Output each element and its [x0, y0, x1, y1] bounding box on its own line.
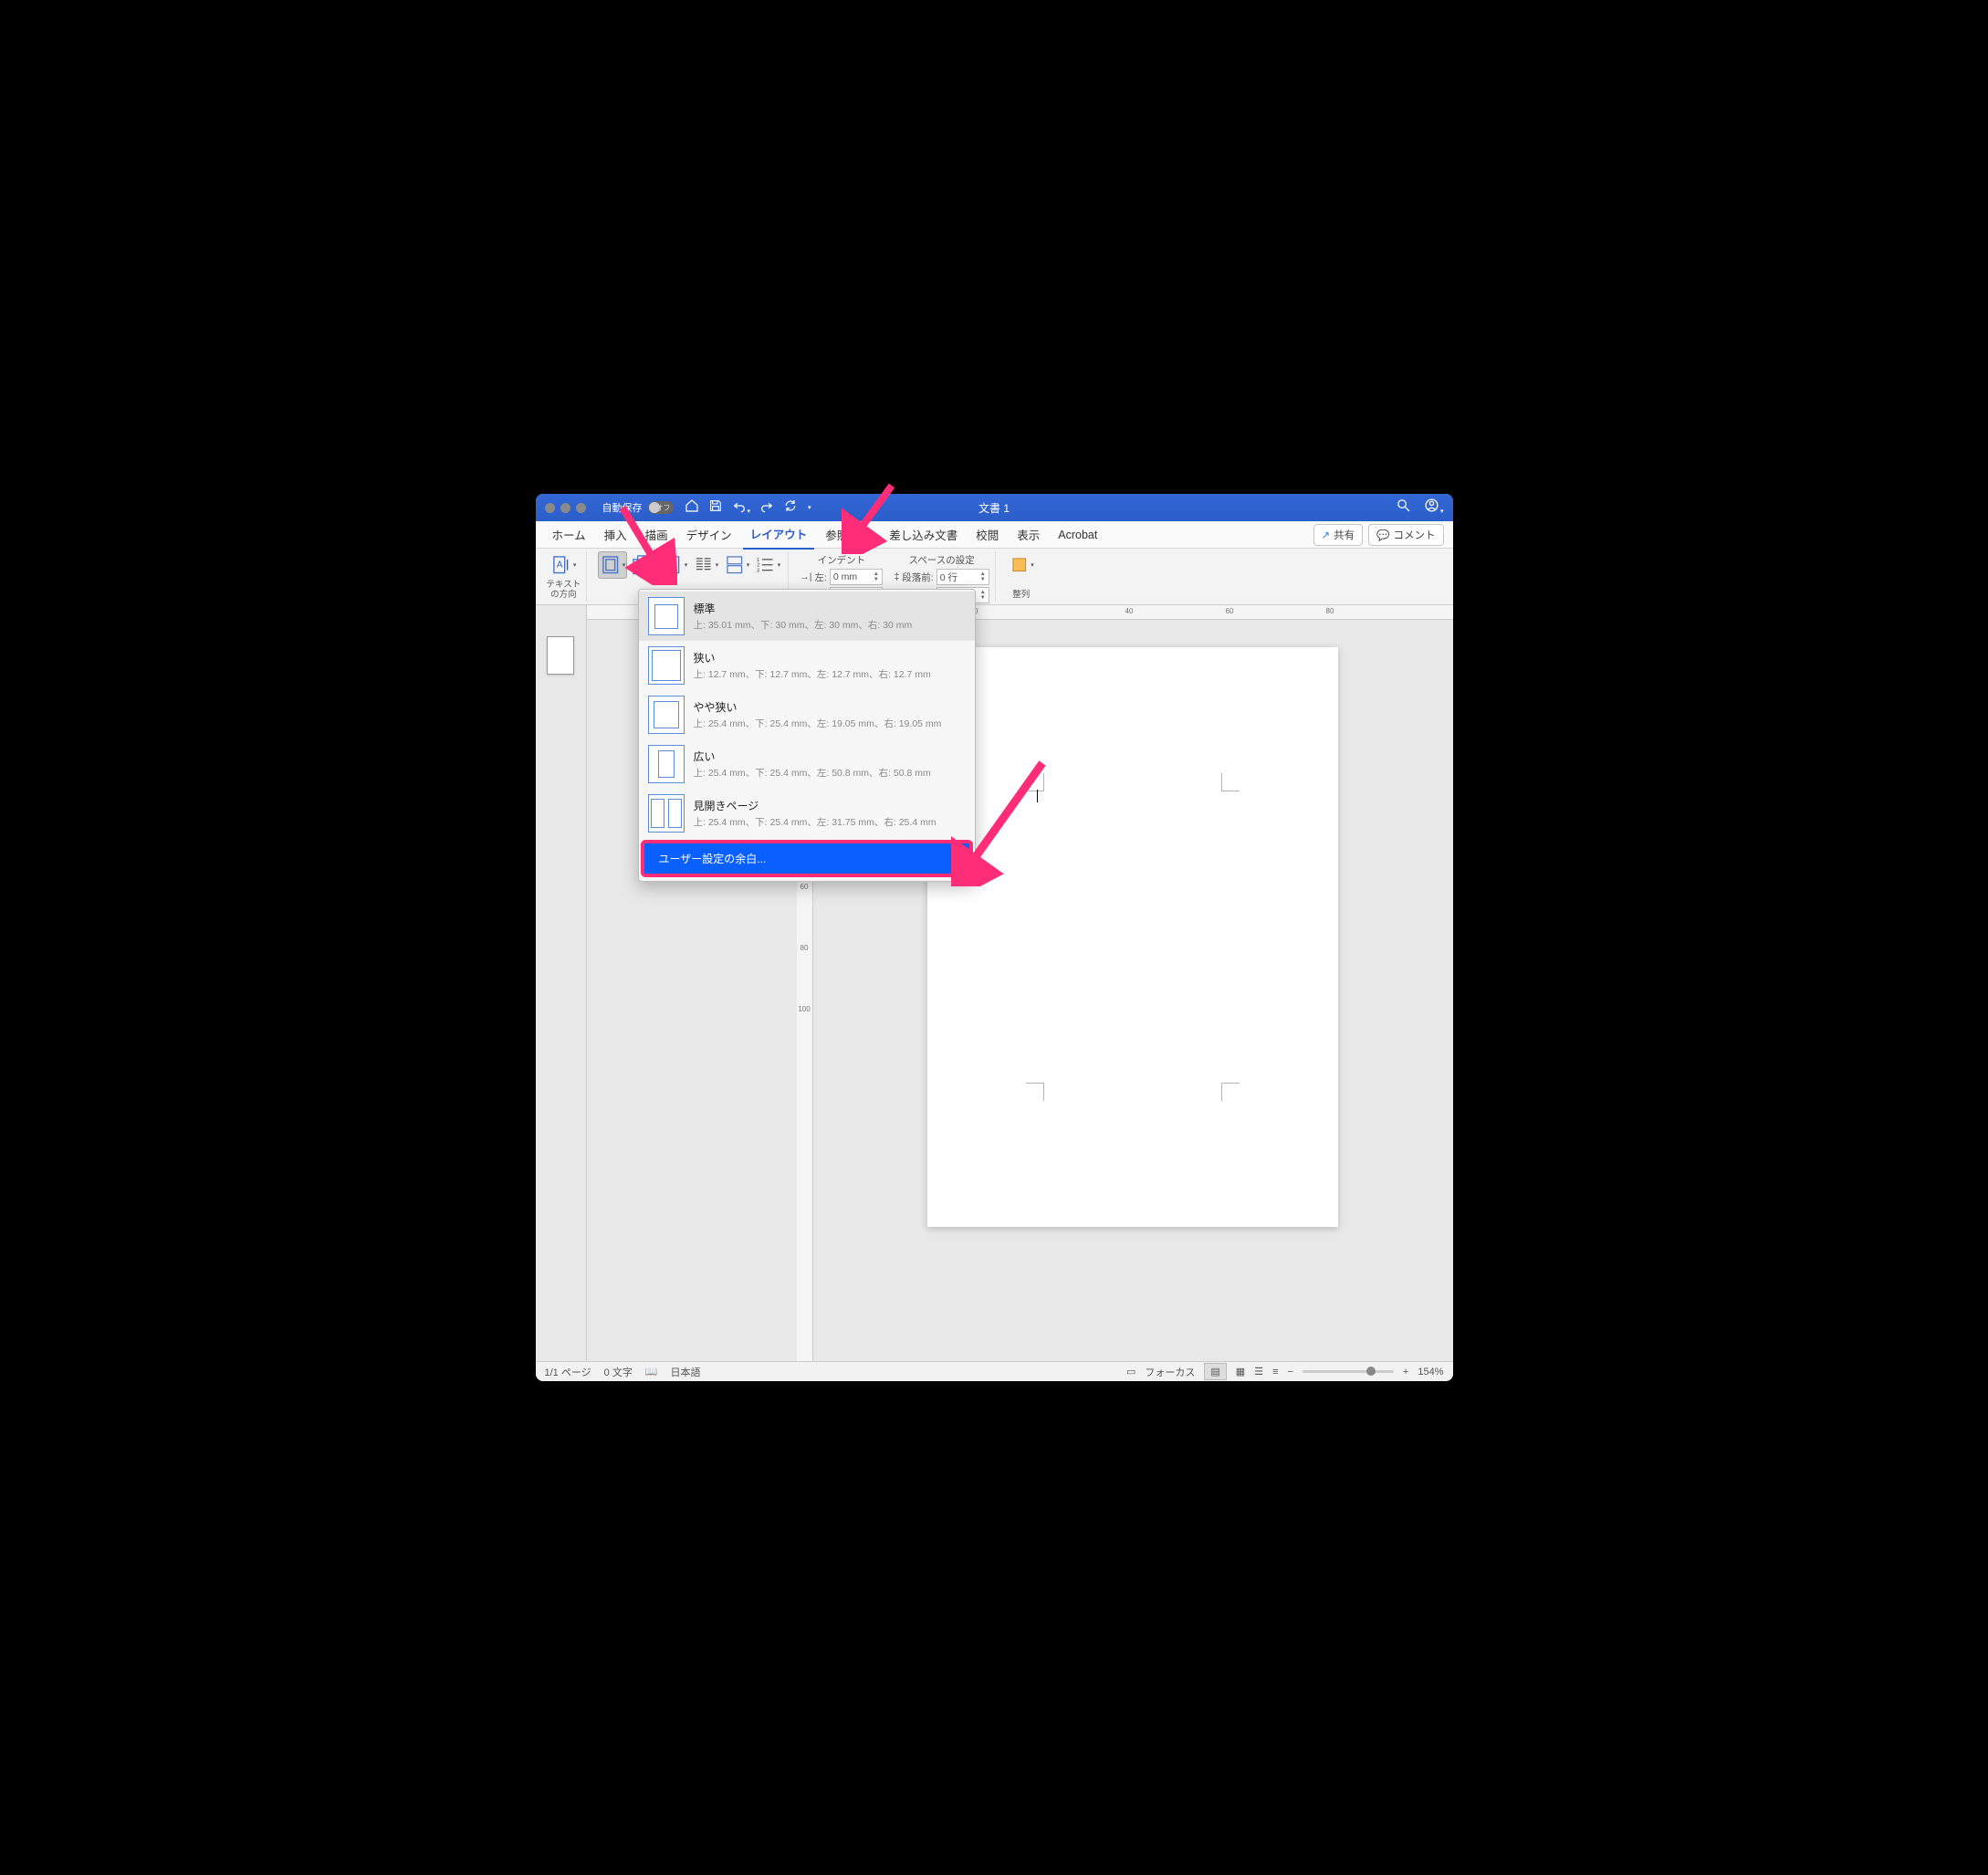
- undo-icon[interactable]: ▾: [732, 498, 751, 518]
- space-before-icon: ‡: [894, 571, 899, 582]
- zoom-dot[interactable]: [576, 503, 586, 513]
- qat-more-icon[interactable]: ▾: [808, 504, 811, 511]
- view-outline-icon[interactable]: ☰: [1254, 1366, 1263, 1377]
- margin-wide-icon: [648, 745, 685, 783]
- text-cursor: [1037, 790, 1038, 802]
- space-before-label: 段落前:: [902, 571, 933, 584]
- word-window: 自動保存 オフ ▾ ▾ 文書 1 ▾ ホーム 挿入 描画 デザイン レイアウト …: [536, 494, 1453, 1381]
- size-button[interactable]: ▾: [660, 551, 689, 579]
- margin-option-wide[interactable]: 広い 上: 25.4 mm、下: 25.4 mm、左: 50.8 mm、右: 5…: [639, 739, 975, 789]
- margin-option-mirrored[interactable]: 見開きページ 上: 25.4 mm、下: 25.4 mm、左: 31.75 mm…: [639, 789, 975, 838]
- margin-option-narrow[interactable]: 狭い 上: 12.7 mm、下: 12.7 mm、左: 12.7 mm、右: 1…: [639, 641, 975, 690]
- user-icon[interactable]: ▾: [1424, 498, 1444, 518]
- redo-icon[interactable]: [759, 498, 774, 518]
- tab-review[interactable]: 校閲: [968, 520, 1006, 549]
- indent-header: インデント: [800, 553, 883, 567]
- margin-mark-br: [1221, 1083, 1240, 1101]
- comment-button[interactable]: 💬コメント: [1368, 524, 1443, 546]
- tab-layout[interactable]: レイアウト: [743, 519, 815, 550]
- statusbar: 1/1 ページ 0 文字 📖 日本語 ▭ フォーカス ▤ ▦ ☰ ≡ − + 1…: [536, 1361, 1453, 1381]
- focus-label[interactable]: フォーカス: [1145, 1365, 1195, 1379]
- margin-mirrored-icon: [648, 794, 685, 833]
- view-web-icon[interactable]: ▦: [1236, 1366, 1245, 1377]
- margin-option-moderate[interactable]: やや狭い 上: 25.4 mm、下: 25.4 mm、左: 19.05 mm、右…: [639, 690, 975, 739]
- text-direction-button[interactable]: A▾: [549, 551, 578, 579]
- text-direction-label: テキスト の方向: [547, 581, 581, 600]
- orientation-button[interactable]: ▾: [629, 551, 658, 579]
- document-title: 文書 1: [978, 500, 1010, 516]
- window-controls[interactable]: [545, 503, 586, 513]
- indent-left-label: 左:: [814, 571, 826, 584]
- columns-button[interactable]: ▾: [691, 551, 720, 579]
- tab-design[interactable]: デザイン: [679, 520, 739, 549]
- quick-access-toolbar: ▾ ▾: [685, 498, 811, 518]
- word-count[interactable]: 0 文字: [604, 1365, 633, 1379]
- indent-left-icon: →|: [800, 571, 811, 582]
- page-count[interactable]: 1/1 ページ: [545, 1365, 591, 1379]
- search-icon[interactable]: [1396, 498, 1411, 518]
- tab-view[interactable]: 表示: [1010, 520, 1047, 549]
- ribbon-tabs: ホーム 挿入 描画 デザイン レイアウト 参照設定 差し込み文書 校閲 表示 A…: [536, 521, 1453, 549]
- arrange-group: ▾ 整列: [1001, 551, 1041, 602]
- zoom-slider[interactable]: [1303, 1370, 1394, 1373]
- spellcheck-icon[interactable]: 📖: [645, 1366, 658, 1377]
- tab-acrobat[interactable]: Acrobat: [1051, 523, 1104, 547]
- sync-icon[interactable]: [783, 498, 798, 518]
- tab-home[interactable]: ホーム: [545, 520, 593, 549]
- minimize-dot[interactable]: [560, 503, 570, 513]
- margin-mark-tl: [1026, 773, 1044, 791]
- margin-mark-tr: [1221, 773, 1240, 791]
- text-direction-group: A▾ テキスト の方向: [541, 551, 588, 602]
- view-print-icon[interactable]: ▤: [1204, 1363, 1226, 1380]
- autosave-toggle[interactable]: 自動保存 オフ: [602, 500, 674, 515]
- line-numbers-button[interactable]: 123▾: [753, 551, 782, 579]
- margin-mark-bl: [1026, 1083, 1044, 1101]
- focus-icon[interactable]: ▭: [1126, 1366, 1135, 1377]
- save-icon[interactable]: [708, 498, 723, 518]
- indent-left-input[interactable]: 0 mm▲▼: [830, 569, 883, 585]
- titlebar: 自動保存 オフ ▾ ▾ 文書 1 ▾: [536, 494, 1453, 521]
- page[interactable]: [927, 647, 1338, 1227]
- view-draft-icon[interactable]: ≡: [1272, 1367, 1278, 1377]
- home-icon[interactable]: [685, 498, 699, 518]
- tab-references[interactable]: 参照設定: [818, 520, 878, 549]
- margin-option-custom[interactable]: ユーザー設定の余白...: [644, 843, 969, 874]
- align-button[interactable]: ▾: [1007, 551, 1036, 579]
- spacing-header: スペースの設定: [894, 553, 989, 567]
- autosave-label: 自動保存: [602, 500, 643, 515]
- tab-mailings[interactable]: 差し込み文書: [882, 520, 965, 549]
- share-button[interactable]: ↗共有: [1313, 524, 1364, 546]
- margins-dropdown: 標準 上: 35.01 mm、下: 30 mm、左: 30 mm、右: 30 m…: [638, 589, 976, 882]
- margins-button[interactable]: ▾: [598, 551, 627, 579]
- margin-option-normal[interactable]: 標準 上: 35.01 mm、下: 30 mm、左: 30 mm、右: 30 m…: [639, 592, 975, 641]
- svg-text:A: A: [557, 560, 563, 571]
- svg-text:3: 3: [757, 569, 759, 574]
- close-dot[interactable]: [545, 503, 555, 513]
- margin-moderate-icon: [648, 696, 685, 734]
- autosave-switch[interactable]: オフ: [648, 501, 674, 514]
- align-label: 整列: [1012, 591, 1030, 600]
- zoom-in-icon[interactable]: +: [1403, 1367, 1408, 1377]
- space-before-input[interactable]: 0 行▲▼: [936, 569, 989, 585]
- zoom-out-icon[interactable]: −: [1287, 1367, 1292, 1377]
- tab-draw[interactable]: 描画: [638, 520, 675, 549]
- navigation-pane[interactable]: [536, 605, 587, 1361]
- language[interactable]: 日本語: [671, 1365, 701, 1379]
- margin-narrow-icon: [648, 646, 685, 685]
- breaks-button[interactable]: ▾: [722, 551, 751, 579]
- tab-insert[interactable]: 挿入: [597, 520, 634, 549]
- margin-normal-icon: [648, 597, 685, 635]
- zoom-level[interactable]: 154%: [1418, 1367, 1443, 1377]
- custom-margins-highlight: ユーザー設定の余白...: [641, 840, 973, 877]
- page-thumbnail[interactable]: [547, 636, 574, 675]
